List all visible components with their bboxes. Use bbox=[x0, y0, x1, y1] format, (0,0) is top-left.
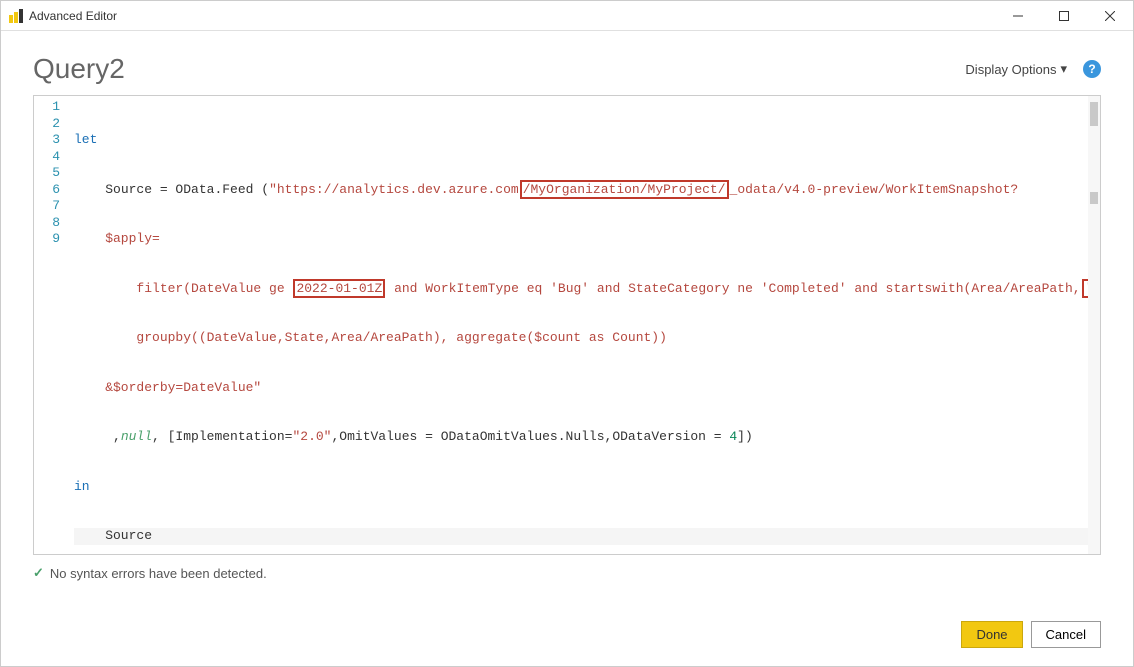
code-line: $apply= bbox=[74, 231, 1088, 248]
header: Query2 Display Options ▾ ? bbox=[1, 31, 1133, 95]
done-button[interactable]: Done bbox=[961, 621, 1022, 648]
line-number: 4 bbox=[34, 149, 70, 166]
code-line: let bbox=[74, 132, 1088, 149]
code-line: filter(DateValue ge 2022-01-01Z and Work… bbox=[74, 281, 1088, 298]
scrollbar-marker bbox=[1090, 192, 1098, 204]
code-editor[interactable]: 1 2 3 4 5 6 7 8 9 let Source = OData.Fee… bbox=[33, 95, 1101, 555]
window-title: Advanced Editor bbox=[29, 9, 995, 23]
code-line: in bbox=[74, 479, 1088, 496]
footer: Done Cancel bbox=[961, 621, 1101, 648]
cancel-button[interactable]: Cancel bbox=[1031, 621, 1101, 648]
code-line: groupby((DateValue,State,Area/AreaPath),… bbox=[74, 330, 1088, 347]
code-line: ,null, [Implementation="2.0",OmitValues … bbox=[74, 429, 1088, 446]
check-icon: ✓ bbox=[33, 565, 44, 581]
line-number: 8 bbox=[34, 215, 70, 232]
code-content[interactable]: let Source = OData.Feed ("https://analyt… bbox=[74, 96, 1088, 554]
highlight-org-project: /MyOrganization/MyProject/ bbox=[520, 180, 729, 199]
maximize-button[interactable] bbox=[1041, 1, 1087, 31]
display-options-label: Display Options bbox=[965, 62, 1056, 77]
line-number: 5 bbox=[34, 165, 70, 182]
titlebar: Advanced Editor bbox=[1, 1, 1133, 31]
line-number: 1 bbox=[34, 99, 70, 116]
help-icon[interactable]: ? bbox=[1083, 60, 1101, 78]
scrollbar-thumb[interactable] bbox=[1090, 102, 1098, 126]
line-number: 9 bbox=[34, 231, 70, 248]
status-bar: ✓ No syntax errors have been detected. bbox=[1, 555, 1133, 581]
code-line: &$orderby=DateValue" bbox=[74, 380, 1088, 397]
header-right: Display Options ▾ ? bbox=[965, 60, 1101, 78]
code-line: Source = OData.Feed ("https://analytics.… bbox=[74, 182, 1088, 199]
query-title: Query2 bbox=[33, 53, 125, 85]
app-icon bbox=[9, 9, 23, 23]
window-controls bbox=[995, 1, 1133, 30]
highlight-date: 2022-01-01Z bbox=[293, 279, 385, 298]
line-number: 3 bbox=[34, 132, 70, 149]
vertical-scrollbar[interactable] bbox=[1088, 96, 1100, 554]
close-button[interactable] bbox=[1087, 1, 1133, 31]
line-number-gutter: 1 2 3 4 5 6 7 8 9 bbox=[34, 96, 70, 554]
chevron-down-icon: ▾ bbox=[1060, 61, 1067, 77]
line-number: 6 bbox=[34, 182, 70, 199]
line-number: 7 bbox=[34, 198, 70, 215]
minimize-button[interactable] bbox=[995, 1, 1041, 31]
code-line: Source bbox=[74, 528, 1088, 545]
status-message: No syntax errors have been detected. bbox=[50, 566, 267, 581]
display-options-dropdown[interactable]: Display Options ▾ bbox=[965, 61, 1067, 77]
line-number: 2 bbox=[34, 116, 70, 133]
